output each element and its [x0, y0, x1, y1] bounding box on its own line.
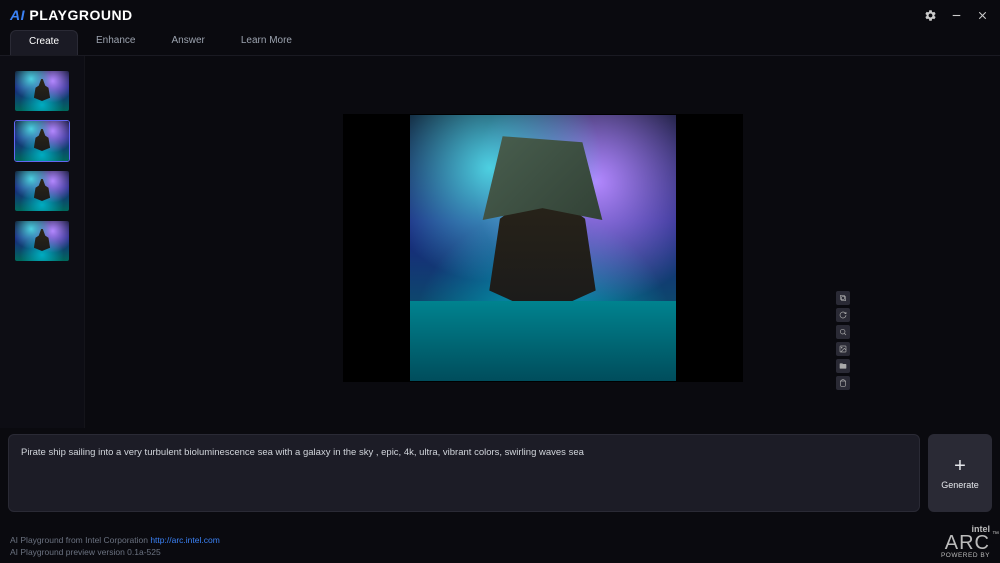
- tab-answer[interactable]: Answer: [154, 30, 223, 55]
- copy-button[interactable]: [836, 291, 850, 305]
- main-area: [0, 56, 1000, 428]
- ship-thumbnail-art: [15, 171, 69, 211]
- ship-sea: [410, 301, 676, 381]
- canvas-area: [85, 56, 1000, 428]
- zoom-button[interactable]: [836, 325, 850, 339]
- folder-icon: [839, 362, 847, 370]
- logo-main: PLAYGROUND: [29, 7, 132, 23]
- plus-icon: +: [954, 456, 966, 476]
- zoom-icon: [839, 328, 847, 336]
- thumbnail-1[interactable]: [14, 70, 70, 112]
- ship-sails: [476, 136, 609, 256]
- arc-brand: intel ARC POWERED BY: [941, 524, 990, 559]
- thumbnail-3[interactable]: [14, 170, 70, 212]
- preview-frame: [343, 114, 743, 382]
- close-icon: [976, 9, 989, 22]
- minimize-button[interactable]: [948, 7, 964, 23]
- footer-left: AI Playground from Intel Corporation htt…: [10, 535, 220, 559]
- thumbnail-2[interactable]: [14, 120, 70, 162]
- thumbnail-4[interactable]: [14, 220, 70, 262]
- tab-bar: Create Enhance Answer Learn More: [0, 30, 1000, 56]
- tab-learn-more[interactable]: Learn More: [223, 30, 310, 55]
- folder-button[interactable]: [836, 359, 850, 373]
- logo-prefix: AI: [10, 7, 25, 23]
- titlebar: AI PLAYGROUND: [0, 0, 1000, 30]
- window-controls: [922, 7, 990, 23]
- copy-icon: [839, 294, 847, 302]
- gear-icon: [924, 9, 937, 22]
- ship-thumbnail-art: [15, 121, 69, 161]
- generate-button[interactable]: + Generate: [928, 434, 992, 512]
- prompt-area: + Generate: [0, 428, 1000, 518]
- refresh-button[interactable]: [836, 308, 850, 322]
- settings-button[interactable]: [922, 7, 938, 23]
- footer: AI Playground from Intel Corporation htt…: [0, 518, 1000, 563]
- footer-version: AI Playground preview version 0.1a-525: [10, 547, 220, 559]
- ship-thumbnail-art: [15, 221, 69, 261]
- image-button[interactable]: [836, 342, 850, 356]
- arc-label: ARC: [941, 534, 990, 552]
- image-icon: [839, 345, 847, 353]
- thumbnail-sidebar: [0, 56, 85, 428]
- tab-enhance[interactable]: Enhance: [78, 30, 153, 55]
- generate-label: Generate: [941, 480, 979, 490]
- minimize-icon: [950, 9, 963, 22]
- ship-thumbnail-art: [15, 71, 69, 111]
- image-action-toolbar: [836, 291, 850, 390]
- refresh-icon: [839, 311, 847, 319]
- footer-link[interactable]: http://arc.intel.com: [150, 535, 219, 545]
- app-logo: AI PLAYGROUND: [10, 7, 133, 23]
- prompt-input[interactable]: [8, 434, 920, 512]
- ship-artwork: [410, 115, 676, 381]
- close-button[interactable]: [974, 7, 990, 23]
- delete-button[interactable]: [836, 376, 850, 390]
- footer-attribution: AI Playground from Intel Corporation htt…: [10, 535, 220, 547]
- tab-create[interactable]: Create: [10, 30, 78, 55]
- generated-image[interactable]: [410, 115, 676, 381]
- delete-icon: [839, 379, 847, 387]
